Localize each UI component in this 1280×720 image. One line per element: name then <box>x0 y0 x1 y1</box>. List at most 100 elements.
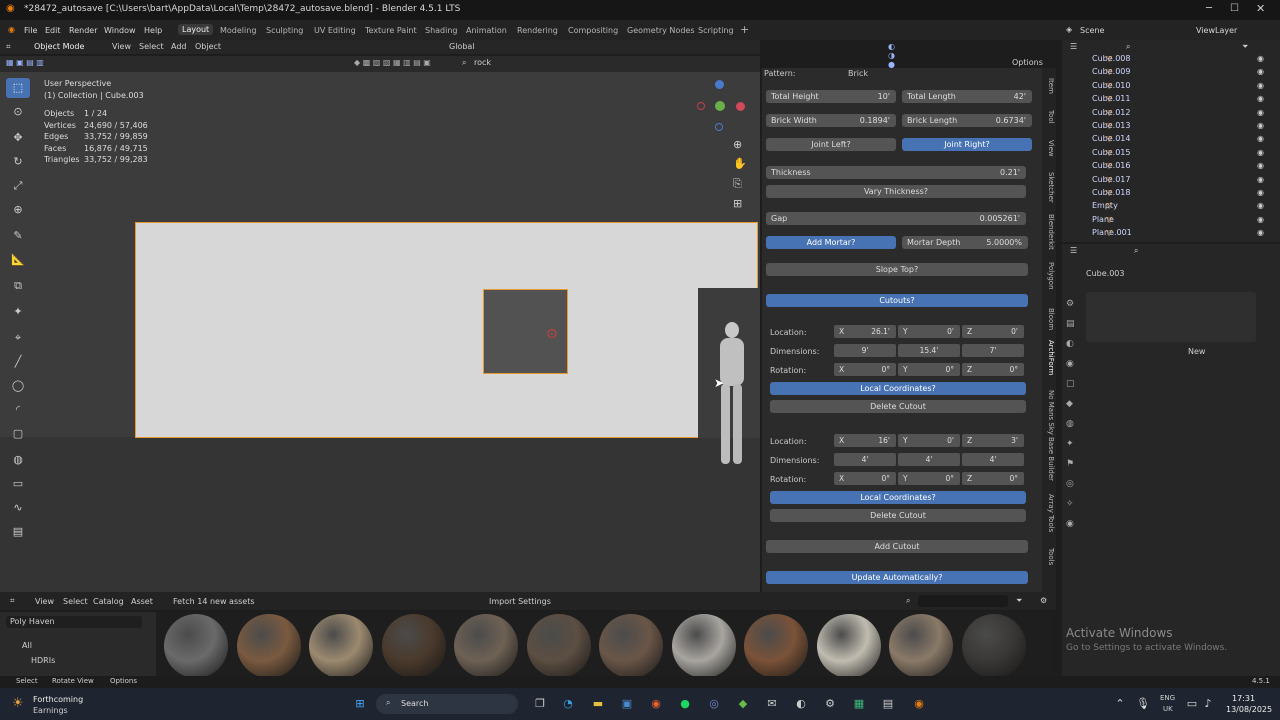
app-icon[interactable]: ◆ <box>735 696 751 712</box>
rotate-tool-icon[interactable]: ↻ <box>6 152 30 172</box>
joint-right-toggle[interactable]: Joint Right? <box>902 138 1032 151</box>
total-height-field[interactable]: Total Height 10' <box>766 90 896 103</box>
brick-width-field[interactable]: Brick Width 0.1894' <box>766 114 896 127</box>
fetch-assets-button[interactable]: Fetch 14 new assets <box>173 597 255 606</box>
store-icon[interactable]: ▣ <box>619 696 635 712</box>
edge-icon[interactable]: ◔ <box>560 696 576 712</box>
arc-tool-icon[interactable]: ◜ <box>6 400 30 420</box>
grid-tool-icon[interactable]: ▤ <box>6 522 30 542</box>
tab-sketcher[interactable]: Sketcher <box>1043 172 1055 203</box>
cutout1-rot-x[interactable]: X 0° <box>834 363 896 376</box>
visibility-eye-icon[interactable]: ◉ <box>1257 175 1264 184</box>
tab-rendering[interactable]: Rendering <box>517 26 558 35</box>
gap-field[interactable]: Gap 0.005261' <box>766 212 1026 225</box>
camera-view-icon[interactable]: ⎘ <box>733 177 742 191</box>
cutout1-dim-x[interactable]: 9' <box>834 344 896 357</box>
select-menu[interactable]: Select <box>139 42 164 51</box>
object-mode-dropdown[interactable]: Object Mode <box>34 42 84 51</box>
cutout2-delete-button[interactable]: Delete Cutout <box>770 509 1026 522</box>
minimize-icon[interactable]: ─ <box>1206 3 1212 14</box>
material-asset-thumbnail[interactable] <box>454 614 518 678</box>
tab-archiform[interactable]: ArchiForm <box>1043 340 1055 375</box>
circle-tool-icon[interactable]: ◯ <box>6 376 30 396</box>
material-asset-thumbnail[interactable] <box>889 614 953 678</box>
brick-length-field[interactable]: Brick Length 0.6734' <box>902 114 1032 127</box>
knife-tool-icon[interactable]: ✦ <box>6 302 30 322</box>
outliner-item[interactable]: Empty <box>1092 201 1118 210</box>
microphone-icon[interactable]: 🎙 <box>1135 696 1151 712</box>
discord-icon[interactable]: ◎ <box>706 696 722 712</box>
navigation-gizmo[interactable] <box>696 78 746 131</box>
material-asset-thumbnail[interactable] <box>164 614 228 678</box>
properties-tab-icons[interactable]: ⚙ ▤ ◐ ◉ ▢ ◆ ◍ ✦ ⚑ ◎ ✧ ◉ <box>1066 294 1080 544</box>
visibility-eye-icon[interactable]: ◉ <box>1257 215 1264 224</box>
tab-shading[interactable]: Shading <box>425 26 458 35</box>
outliner-editor-icon[interactable]: ☰ <box>1070 42 1077 51</box>
visibility-eye-icon[interactable]: ◉ <box>1257 228 1264 237</box>
cutout2-rot-x[interactable]: X 0° <box>834 472 896 485</box>
cutout1-rot-y[interactable]: Y 0° <box>898 363 960 376</box>
network-icon[interactable]: ▭ <box>1184 696 1200 712</box>
cutout1-loc-x[interactable]: X 26.1' <box>834 325 896 338</box>
close-icon[interactable]: ✕ <box>1256 2 1265 15</box>
spotify-icon[interactable]: ● <box>677 696 693 712</box>
cutout2-rot-z[interactable]: Z 0° <box>962 472 1024 485</box>
material-asset-thumbnail[interactable] <box>236 614 301 678</box>
tab-modeling[interactable]: Modeling <box>220 26 256 35</box>
settings-gear-icon[interactable]: ⚙ <box>822 696 838 712</box>
cutout1-rot-z[interactable]: Z 0° <box>962 363 1024 376</box>
gizmo-toggle-icons[interactable]: ◆ ▩ ▨ ▧ ▦ ▥ ▤ ▣ <box>354 58 431 67</box>
notepad-icon[interactable]: ▤ <box>880 696 896 712</box>
taskbar-search[interactable]: ⌕ Search <box>376 694 518 714</box>
cutout2-dim-x[interactable]: 4' <box>834 453 896 466</box>
add-cutout-button[interactable]: Add Cutout <box>766 540 1028 553</box>
tab-animation[interactable]: Animation <box>466 26 507 35</box>
tab-geometry-nodes[interactable]: Geometry Nodes <box>627 26 694 35</box>
settings-gear-icon[interactable]: ⚙ <box>1040 596 1047 605</box>
cursor-tool-icon[interactable]: ⊙ <box>6 102 30 122</box>
cutout2-rot-y[interactable]: Y 0° <box>898 472 960 485</box>
asset-menu[interactable]: Asset <box>131 597 153 606</box>
transform-orientation-dropdown[interactable]: Global <box>449 42 475 51</box>
update-automatically-toggle[interactable]: Update Automatically? <box>766 571 1028 584</box>
mail-icon[interactable]: ✉ <box>764 696 780 712</box>
cutout1-local-coords-toggle[interactable]: Local Coordinates? <box>770 382 1026 395</box>
cutout2-loc-y[interactable]: Y 0' <box>898 434 960 447</box>
scale-tool-icon[interactable]: ⤢ <box>6 176 30 196</box>
calculator-icon[interactable]: ▦ <box>851 696 867 712</box>
visibility-eye-icon[interactable]: ◉ <box>1257 161 1264 170</box>
filter-icon[interactable]: ⏷ <box>1242 42 1248 52</box>
file-explorer-icon[interactable]: ▬ <box>590 696 606 712</box>
tab-item[interactable]: Item <box>1043 78 1055 94</box>
zoom-icon[interactable]: ⊕ <box>733 138 742 151</box>
cutout2-dim-z[interactable]: 4' <box>962 453 1024 466</box>
pattern-dropdown[interactable]: Brick <box>848 69 868 78</box>
cutout2-loc-x[interactable]: X 16' <box>834 434 896 447</box>
rect-select-icon[interactable]: ▭ <box>6 474 30 494</box>
menu-render[interactable]: Render <box>69 26 97 35</box>
material-asset-thumbnail[interactable] <box>309 614 373 678</box>
visibility-eye-icon[interactable]: ◉ <box>1257 188 1264 197</box>
cutout1-loc-z[interactable]: Z 0' <box>962 325 1024 338</box>
tab-uv-editing[interactable]: UV Editing <box>314 26 356 35</box>
properties-editor-icon[interactable]: ☰ <box>1070 246 1077 255</box>
cutout2-loc-z[interactable]: Z 3' <box>962 434 1024 447</box>
line-tool-icon[interactable]: ╱ <box>6 352 30 372</box>
new-material-button[interactable]: New <box>1188 347 1205 356</box>
snap-tool-icon[interactable]: ⌖ <box>6 328 30 348</box>
material-asset-thumbnail[interactable] <box>961 614 1026 678</box>
transform-tool-icon[interactable]: ⊕ <box>6 200 30 220</box>
visibility-eye-icon[interactable]: ◉ <box>1257 201 1264 210</box>
wall-object[interactable] <box>135 222 758 438</box>
joint-left-toggle[interactable]: Joint Left? <box>766 138 896 151</box>
view-layer-name[interactable]: ViewLayer <box>1196 26 1237 35</box>
widget-subtitle[interactable]: Earnings <box>33 706 68 715</box>
cutout1-delete-button[interactable]: Delete Cutout <box>770 400 1026 413</box>
scene-name[interactable]: Scene <box>1080 26 1104 35</box>
blender-menu-icon[interactable]: ◉ <box>8 25 15 34</box>
tab-texture-paint[interactable]: Texture Paint <box>365 26 417 35</box>
thickness-field[interactable]: Thickness 0.21' <box>766 166 1026 179</box>
tab-tool[interactable]: Tool <box>1043 110 1055 124</box>
steam-icon[interactable]: ◐ <box>793 696 809 712</box>
tab-view[interactable]: View <box>1043 140 1055 157</box>
